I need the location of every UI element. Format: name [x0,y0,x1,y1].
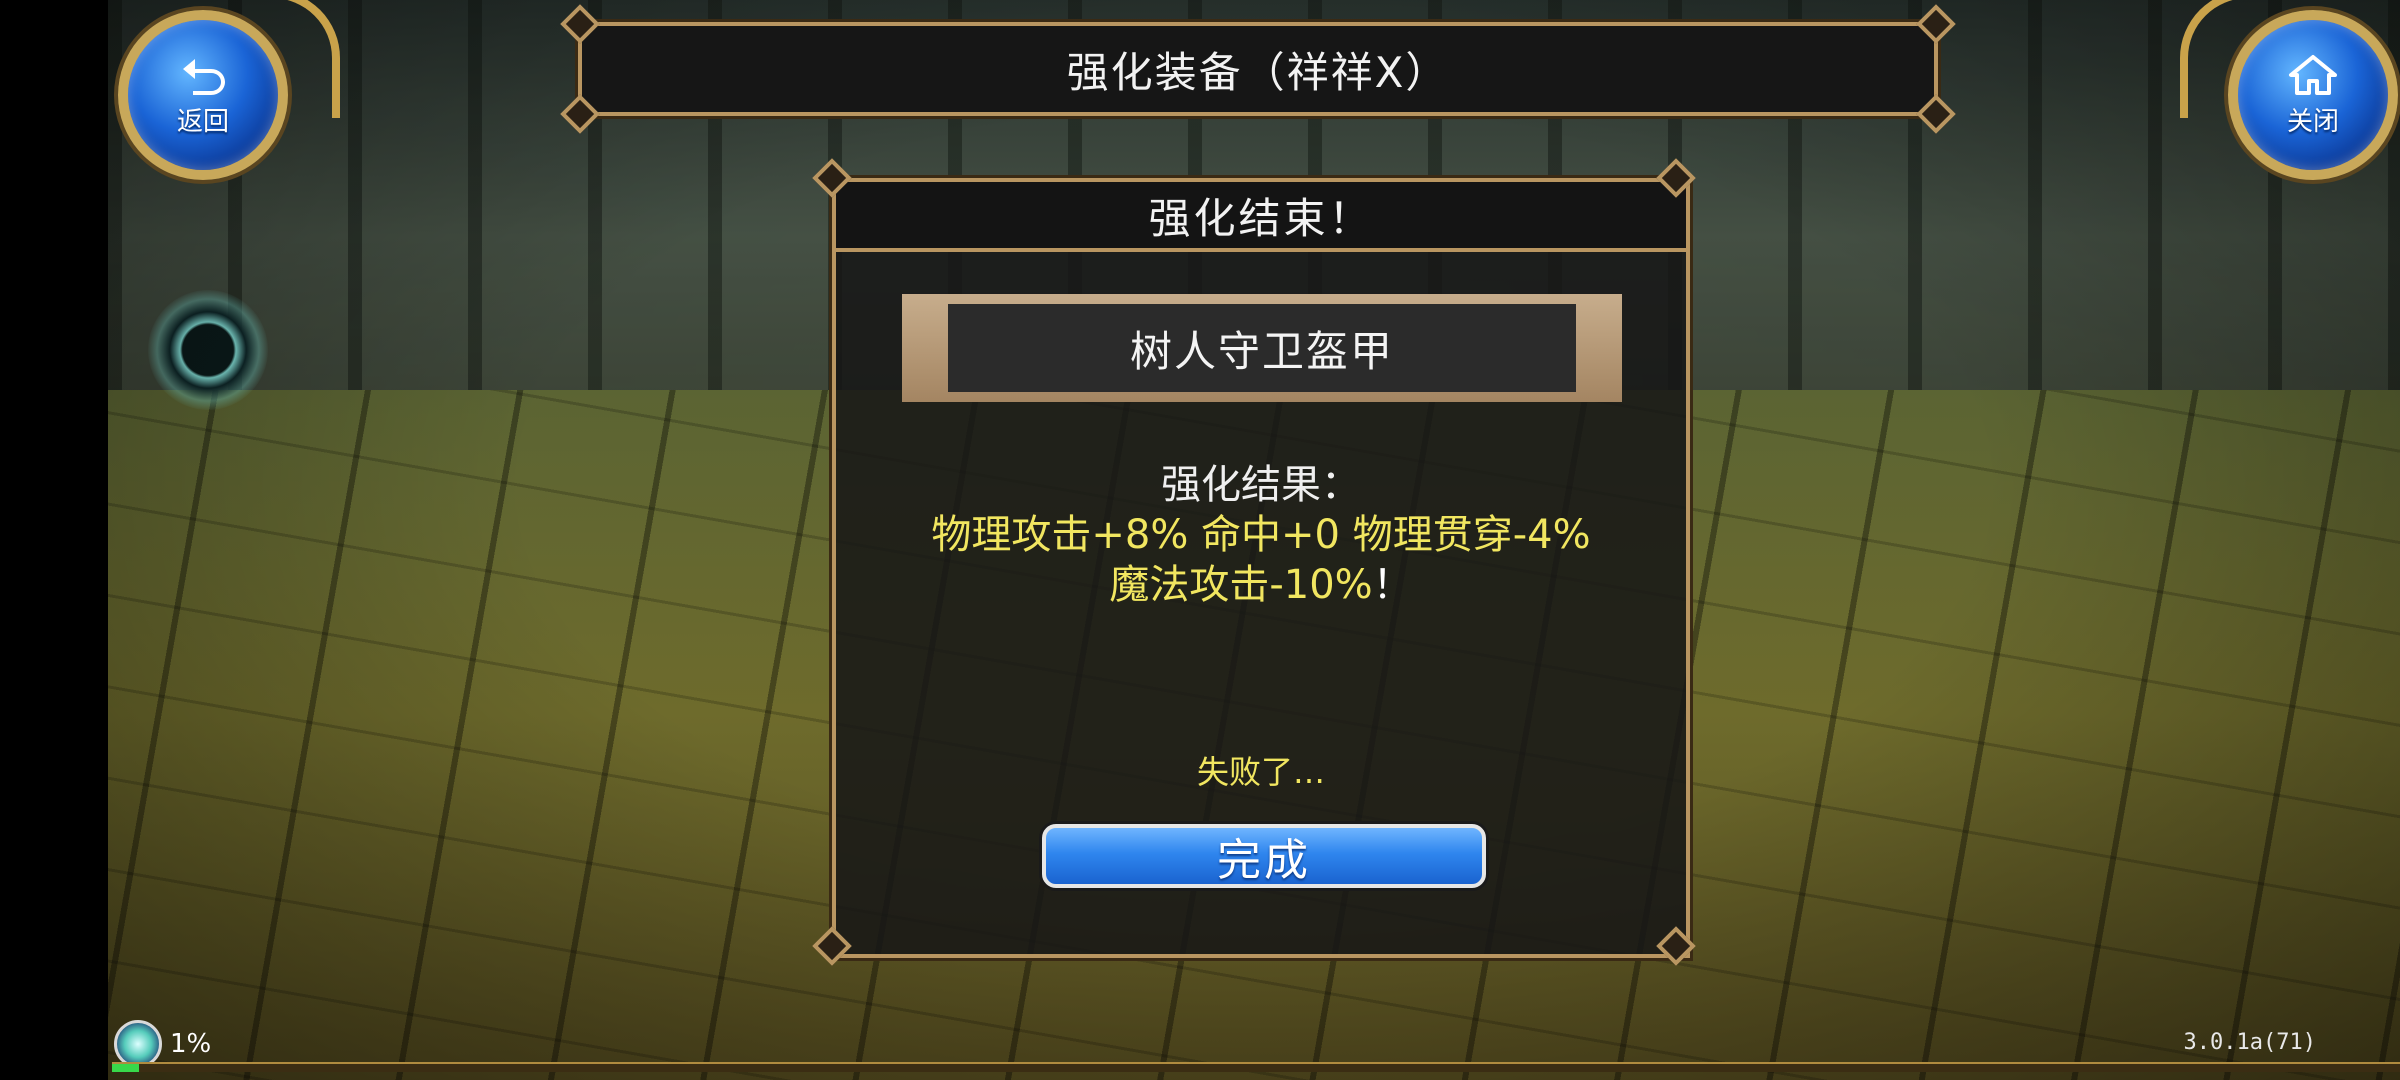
close-button-label: 关闭 [2286,106,2339,137]
download-status: 1% [114,1020,211,1068]
dialog-header: 强化结束！ [836,182,1686,252]
back-button-label: 返回 [176,106,229,137]
fail-message: 失败了… [1196,753,1325,791]
result-exclamation: ！ [1372,562,1413,608]
download-icon [114,1020,162,1068]
done-button-label: 完成 [1217,835,1311,886]
item-name-frame: 树人守卫盔甲 [902,294,1622,402]
download-progress-bar [112,1062,2400,1072]
item-name: 树人守卫盔甲 [948,304,1576,392]
home-icon [2289,54,2337,95]
return-arrow-icon [183,58,225,95]
dialog-title: 强化结束！ [1148,193,1374,243]
result-stats-line2-text: 魔法攻击-10% [1109,562,1373,608]
page-title: 强化装备（祥祥X） [1066,47,1450,97]
done-button[interactable]: 完成 [1042,824,1486,888]
version-label: 3.0.1a(71) [2183,1030,2316,1055]
result-stats-line2: 魔法攻击-10%！ [836,552,1686,610]
close-button[interactable]: 关闭 [2228,10,2398,180]
title-banner: 强化装备（祥祥X） [578,22,1938,116]
enhance-result-dialog: 强化结束！ 树人守卫盔甲 强化结果： 物理攻击+8% 命中+0 物理贯穿-4% … [832,178,1690,958]
download-progress-fill [112,1064,140,1072]
back-button[interactable]: 返回 [118,10,288,180]
download-percent: 1% [170,1029,212,1059]
